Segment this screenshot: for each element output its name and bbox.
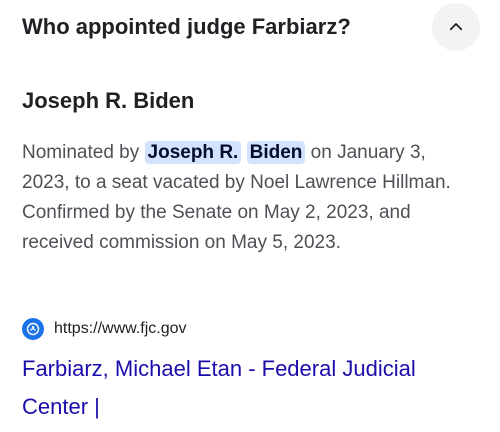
answer-snippet: Nominated by Joseph R. Biden on January … [22, 138, 474, 258]
question-header[interactable]: Who appointed judge Farbiarz? [22, 0, 480, 54]
source-url[interactable]: https://www.fjc.gov [54, 320, 187, 338]
snippet-highlight: Joseph R. [144, 141, 242, 164]
snippet-highlight: Biden [246, 141, 306, 164]
snippet-prefix: Nominated by [22, 142, 145, 163]
fjc-seal-icon [22, 318, 44, 340]
source-row[interactable]: https://www.fjc.gov [22, 318, 187, 340]
question-title: Who appointed judge Farbiarz? [22, 14, 351, 39]
chevron-up-icon [449, 23, 463, 31]
collapse-button[interactable] [432, 3, 480, 51]
answer-title: Joseph R. Biden [22, 88, 195, 113]
source-title-link[interactable]: Farbiarz, Michael Etan - Federal Judicia… [22, 350, 482, 426]
